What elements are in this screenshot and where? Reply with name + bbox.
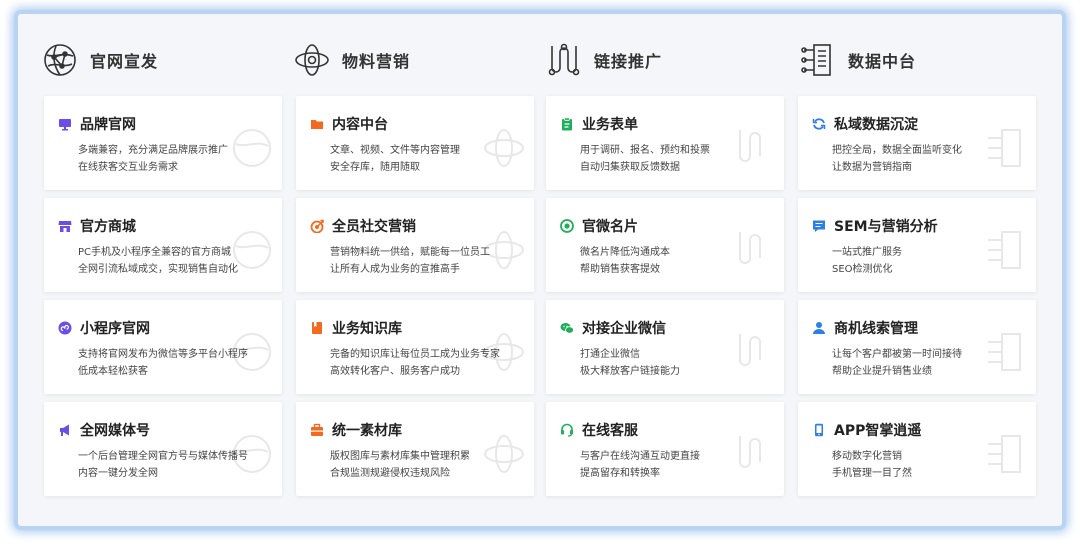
feature-card[interactable]: 统一素材库 版权图库与素材库集中管理积累 合规监测规避侵权违规风险 [296, 402, 534, 496]
feature-card[interactable]: 私域数据沉淀 把控全局，数据全面监听变化 让数据为营销指南 [798, 96, 1036, 190]
card-header: 业务知识库 [310, 318, 402, 338]
monitor-icon [58, 117, 72, 131]
feature-card[interactable]: SEM与营销分析 一站式推广服务 SEO检测优化 [798, 198, 1036, 292]
card-header: 全网媒体号 [58, 420, 150, 440]
globe-network-icon [44, 44, 76, 76]
column-header-0: 官网宣发 [42, 40, 158, 80]
card-title: 商机线索管理 [834, 321, 918, 337]
card-title: 官方商城 [80, 219, 136, 235]
feature-card[interactable]: 商机线索管理 让每个客户都被第一时间接待 帮助企业提升销售业绩 [798, 300, 1036, 394]
card-header: 官微名片 [560, 216, 638, 236]
feature-card[interactable]: 在线客服 与客户在线沟通互动更直接 提高留存和转换率 [546, 402, 784, 496]
book-icon [310, 321, 324, 335]
feature-panel: 官网宣发 物料营销 链接推广 数据中台 品牌官网 多端兼容，充分满足品牌展示推广… [18, 14, 1062, 526]
briefcase-icon [310, 423, 324, 437]
card-header: 官方商城 [58, 216, 136, 236]
card-header: 品牌官网 [58, 114, 136, 134]
atom-icon [295, 44, 329, 76]
watermark-icon [484, 231, 524, 269]
watermark-icon [739, 436, 761, 468]
column-header-2: 链接推广 [546, 40, 662, 80]
watermark-icon [233, 333, 271, 371]
target-icon [310, 219, 324, 233]
card-title: 全员社交营销 [332, 219, 416, 235]
mini-program-icon [58, 321, 72, 335]
card-title: 统一素材库 [332, 423, 402, 439]
clipboard-icon [560, 117, 574, 131]
feature-card[interactable]: 小程序官网 支持将官网发布为微信等多平台小程序 低成本轻松获客 [44, 300, 282, 394]
feature-card[interactable]: 官方商城 PC手机及小程序全兼容的官方商城 全网引流私域成交，实现销售自动化 [44, 198, 282, 292]
watermark-icon [739, 130, 761, 162]
folder-icon [310, 117, 324, 131]
column-title: 物料营销 [342, 52, 411, 71]
card-title: 小程序官网 [80, 321, 150, 337]
card-header: 业务表单 [560, 114, 638, 134]
card-title: SEM与营销分析 [834, 219, 938, 235]
headset-icon [560, 423, 574, 437]
card-title: 私域数据沉淀 [834, 117, 918, 133]
megaphone-icon [58, 423, 72, 437]
watermark-icon [233, 231, 271, 269]
column-title: 官网宣发 [90, 52, 159, 71]
feature-card[interactable]: 全网媒体号 一个后台管理全网官方号与媒体传播号 内容一键分发全网 [44, 402, 282, 496]
link-chain-icon [548, 43, 580, 76]
feature-card[interactable]: 业务表单 用于调研、报名、预约和投票 自动归集获取反馈数据 [546, 96, 784, 190]
card-title: 对接企业微信 [582, 321, 666, 337]
feature-card[interactable]: 业务知识库 完备的知识库让每位员工成为业务专家 高效转化客户、服务客户成功 [296, 300, 534, 394]
feature-card[interactable]: 品牌官网 多端兼容，充分满足品牌展示推广 在线获客交互业务需求 [44, 96, 282, 190]
watermark-icon [988, 231, 1021, 269]
card-title: 在线客服 [582, 423, 638, 439]
data-hub-icon [801, 44, 831, 76]
card-header: 私域数据沉淀 [812, 114, 918, 134]
watermark-icon [484, 129, 524, 167]
chat-box-icon [812, 219, 826, 233]
phone-icon [812, 423, 826, 437]
card-header: 统一素材库 [310, 420, 402, 440]
column-headers: 官网宣发 物料营销 链接推广 数据中台 [18, 14, 1062, 94]
wechat-icon [560, 321, 574, 335]
card-circle-icon [560, 219, 574, 233]
watermark-icon [484, 333, 524, 371]
feature-card[interactable]: APP智掌逍遥 移动数字化营销 手机管理一目了然 [798, 402, 1036, 496]
card-header: 全员社交营销 [310, 216, 416, 236]
card-header: 商机线索管理 [812, 318, 918, 338]
card-title: APP智掌逍遥 [834, 423, 922, 439]
feature-card[interactable]: 官微名片 微名片降低沟通成本 帮助销售获客提效 [546, 198, 784, 292]
user-icon [812, 321, 826, 335]
card-title: 业务知识库 [332, 321, 402, 337]
watermark-icon [233, 129, 271, 167]
watermark-icon [484, 435, 524, 473]
store-icon [58, 219, 72, 233]
watermark-icon [233, 435, 271, 473]
card-title: 全网媒体号 [80, 423, 150, 439]
column-title: 链接推广 [594, 52, 663, 71]
refresh-icon [812, 117, 826, 131]
card-title: 业务表单 [582, 117, 638, 133]
feature-card[interactable]: 全员社交营销 营销物料统一供给，赋能每一位员工 让所有人成为业务的宣推高手 [296, 198, 534, 292]
card-title: 官微名片 [582, 219, 638, 235]
column-header-3: 数据中台 [800, 40, 916, 80]
feature-card[interactable]: 内容中台 文章、视频、文件等内容管理 安全存库，随用随取 [296, 96, 534, 190]
card-header: SEM与营销分析 [812, 216, 938, 236]
card-header: 小程序官网 [58, 318, 150, 338]
feature-card[interactable]: 对接企业微信 打通企业微信 极大释放客户链接能力 [546, 300, 784, 394]
column-title: 数据中台 [848, 52, 917, 71]
card-header: 在线客服 [560, 420, 638, 440]
watermark-icon [988, 333, 1021, 371]
watermark-icon [988, 435, 1021, 473]
watermark-icon [988, 129, 1021, 167]
watermark-icon [739, 334, 761, 366]
column-header-1: 物料营销 [294, 40, 410, 80]
card-header: 内容中台 [310, 114, 388, 134]
card-header: APP智掌逍遥 [812, 420, 921, 440]
card-title: 品牌官网 [80, 117, 136, 133]
watermark-icon [739, 232, 761, 264]
card-header: 对接企业微信 [560, 318, 666, 338]
card-title: 内容中台 [332, 117, 388, 133]
